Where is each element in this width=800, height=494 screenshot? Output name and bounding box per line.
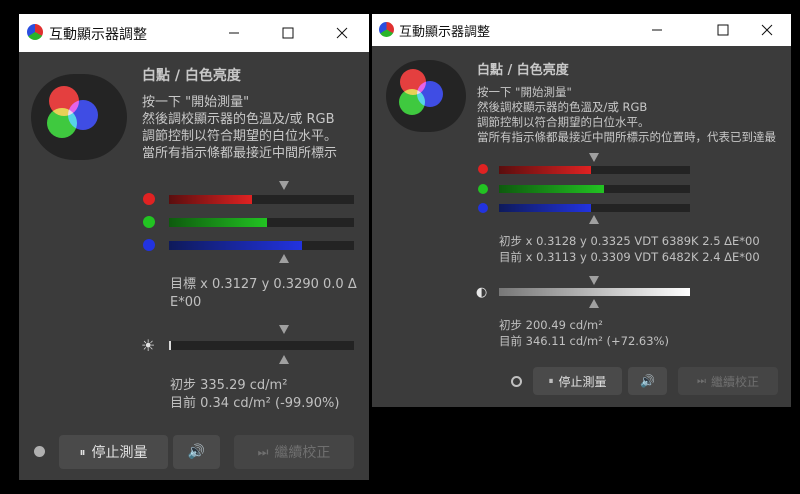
green-dot — [478, 184, 488, 194]
maximize-button[interactable] — [700, 14, 746, 46]
green-bar — [169, 218, 354, 227]
rgb-logo-icon — [386, 60, 466, 132]
minimize-icon — [652, 29, 662, 31]
minimize-icon — [229, 32, 239, 34]
status-indicator — [34, 446, 45, 457]
app-icon — [379, 22, 394, 37]
pause-icon: ⏸ — [548, 375, 554, 387]
maximize-icon — [717, 24, 729, 36]
close-icon — [761, 24, 773, 36]
lum-marker-bottom — [279, 355, 289, 364]
red-bar — [169, 195, 354, 204]
skip-icon: ⏭ — [696, 375, 706, 387]
target-readout: 目標 x 0.3127 y 0.3290 0.0 Δ E*00 — [170, 277, 357, 310]
luminance-bar — [169, 341, 354, 350]
pause-icon: ⏸ — [79, 444, 86, 459]
sound-button[interactable]: 🔊 — [628, 367, 667, 395]
rgb-logo-icon — [31, 74, 127, 160]
window-title: 互動顯示器調整 — [399, 25, 491, 40]
app-icon — [27, 24, 43, 40]
section-heading: 白點 / 白色亮度 — [142, 68, 241, 84]
luminance-bar — [499, 288, 690, 296]
lum-marker-bottom — [589, 299, 599, 308]
contrast-icon: ◐ — [476, 285, 488, 300]
section-heading: 白點 / 白色亮度 — [477, 63, 569, 78]
title-bar[interactable]: 互動顯示器調整 — [372, 14, 791, 46]
minimize-button[interactable] — [634, 14, 680, 46]
luminance-readout: 初步 335.29 cd/m² 目前 0.34 cd/m² (-99.90%) — [170, 378, 340, 411]
close-button[interactable] — [744, 14, 790, 46]
skip-icon: ⏭ — [257, 444, 269, 459]
sun-icon: ☀ — [141, 336, 156, 355]
stop-measure-button[interactable]: ⏸ 停止測量 — [533, 367, 622, 395]
red-bar — [499, 166, 690, 174]
instructions: 按一下 "開始測量" 然後調校顯示器的色溫及/或 RGB 調節控制以符合期望的白… — [142, 95, 338, 161]
instructions: 按一下 "開始測量" 然後調校顯示器的色溫及/或 RGB 調節控制以符合期望的白… — [477, 85, 776, 144]
calibration-window-left: 互動顯示器調整 白點 / 白色亮度 按一下 "開始測量" 然後調校顯示器的色溫及… — [19, 14, 369, 480]
target-marker-bottom — [589, 215, 599, 224]
target-marker-bottom — [279, 254, 289, 263]
window-title: 互動顯示器調整 — [49, 27, 147, 43]
continue-calibration-button[interactable]: ⏭ 繼續校正 — [234, 435, 354, 469]
calibration-window-right: 互動顯示器調整 白點 / 白色亮度 按一下 "開始測量" 然後調校顯示器的色溫及… — [372, 14, 791, 407]
sound-button[interactable]: 🔊 — [173, 435, 220, 469]
maximize-button[interactable] — [265, 14, 311, 52]
lum-marker-top — [589, 276, 599, 285]
speaker-icon: 🔊 — [187, 444, 206, 460]
luminance-readout: 初步 200.49 cd/m² 目前 346.11 cd/m² (+72.63%… — [499, 318, 669, 348]
continue-calibration-button[interactable]: ⏭ 繼續校正 — [678, 367, 778, 395]
red-dot — [143, 193, 155, 205]
stop-measure-button[interactable]: ⏸ 停止測量 — [59, 435, 168, 469]
status-indicator — [511, 376, 522, 387]
blue-dot — [478, 203, 488, 213]
close-button[interactable] — [319, 14, 365, 52]
red-dot — [478, 164, 488, 174]
speaker-icon: 🔊 — [640, 374, 655, 388]
title-bar[interactable]: 互動顯示器調整 — [19, 14, 369, 52]
target-marker-top — [279, 181, 289, 190]
chromaticity-readout: 初步 x 0.3128 y 0.3325 VDT 6389K 2.5 ΔE*00… — [499, 234, 760, 264]
green-dot — [143, 216, 155, 228]
blue-bar — [169, 241, 354, 250]
green-bar — [499, 185, 690, 193]
minimize-button[interactable] — [211, 14, 257, 52]
target-marker-top — [589, 153, 599, 162]
maximize-icon — [282, 27, 294, 39]
close-icon — [336, 27, 348, 39]
blue-bar — [499, 204, 690, 212]
blue-dot — [143, 239, 155, 251]
lum-marker-top — [279, 325, 289, 334]
